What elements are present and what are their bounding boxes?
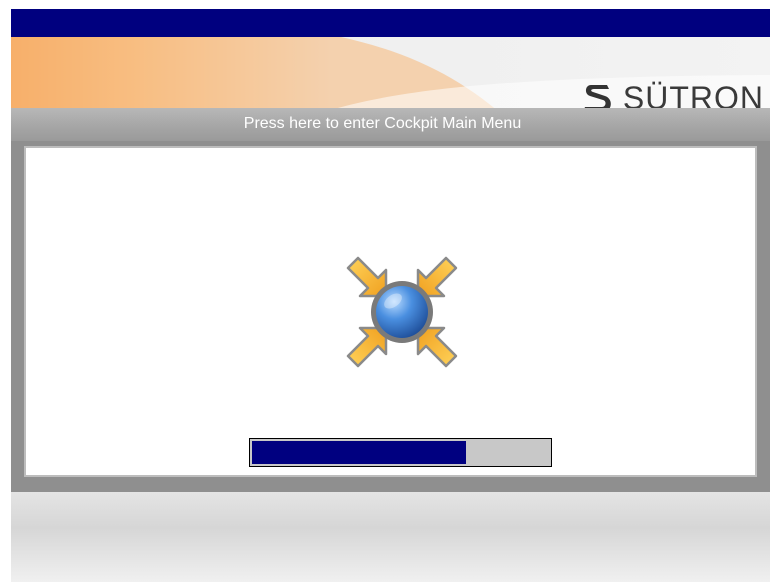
hmi-screen: SÜTRON Press here to enter Cockpit Main …: [11, 9, 770, 582]
footer-area: [11, 492, 770, 582]
enter-cockpit-main-menu-label: Press here to enter Cockpit Main Menu: [243, 114, 522, 132]
loading-progress-bar: [249, 438, 552, 467]
loading-progress-fill: [252, 441, 466, 464]
fullscreen-collapse-icon: [346, 256, 458, 368]
loading-panel: [24, 146, 757, 477]
content-frame: [11, 141, 770, 492]
enter-cockpit-main-menu-button[interactable]: Press here to enter Cockpit Main Menu: [11, 108, 770, 141]
title-bar: [11, 9, 770, 37]
